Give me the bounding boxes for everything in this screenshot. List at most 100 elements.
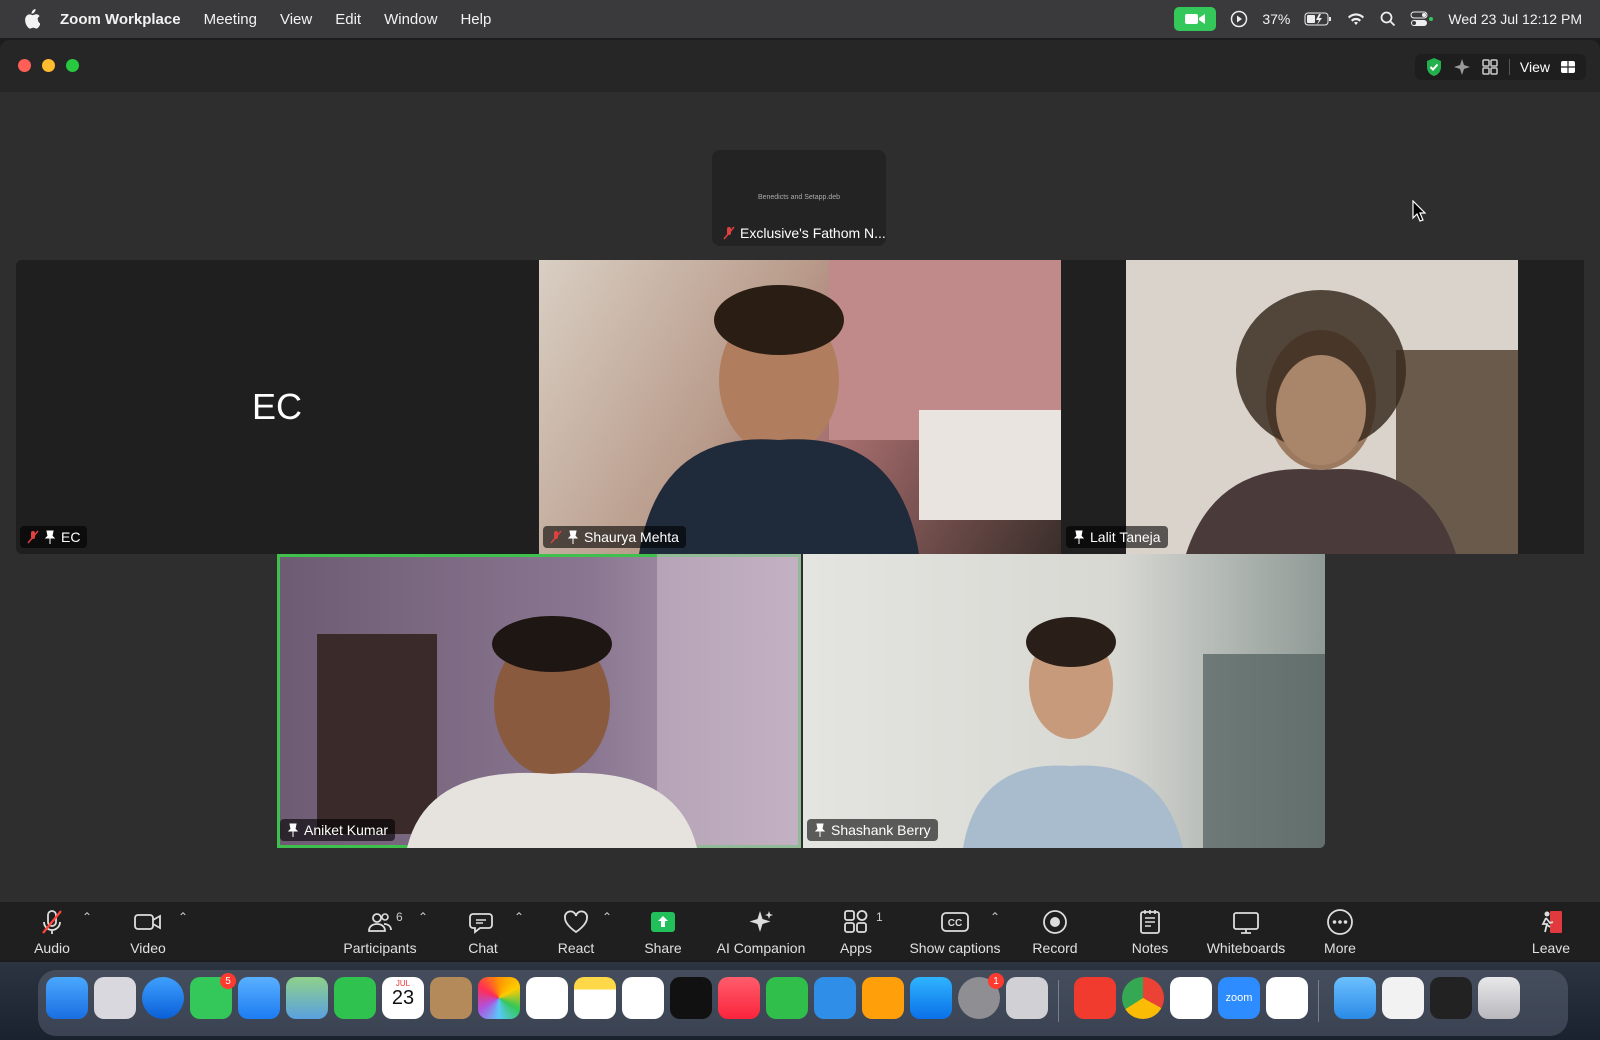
participant-tile-shashank-berry[interactable]: Shashank Berry	[803, 554, 1325, 848]
participant-name-tag: Shashank Berry	[807, 819, 938, 841]
menu-meeting[interactable]: Meeting	[204, 11, 257, 28]
maps-icon[interactable]	[286, 977, 328, 1019]
video-button[interactable]: Video	[128, 902, 168, 960]
participant-tile-lalit-taneja[interactable]: Lalit Taneja	[1062, 260, 1584, 554]
trash-icon[interactable]	[1478, 977, 1520, 1019]
whiteboards-button[interactable]: Whiteboards	[1206, 902, 1286, 960]
app-store-icon[interactable]	[910, 977, 952, 1019]
record-icon	[1043, 910, 1067, 934]
finder-icon[interactable]	[46, 977, 88, 1019]
window-titlebar: View	[0, 40, 1600, 93]
more-button[interactable]: More	[1320, 902, 1360, 960]
close-window-button[interactable]	[18, 59, 31, 72]
menubar-clock[interactable]: Wed 23 Jul 12:12 PM	[1448, 11, 1582, 27]
participants-icon	[368, 913, 392, 932]
participants-button[interactable]: Participants	[340, 902, 420, 960]
notes-app-icon[interactable]	[574, 977, 616, 1019]
apps-button[interactable]: Apps	[836, 902, 876, 960]
participant-tile-aniket-kumar[interactable]: Aniket Kumar	[277, 554, 801, 848]
apps-count: 1	[876, 910, 883, 924]
record-button[interactable]: Record	[1030, 902, 1080, 960]
audio-options-chevron-icon[interactable]: ⌃	[82, 910, 92, 924]
system-settings-icon[interactable]: 1	[958, 973, 1004, 1019]
menu-edit[interactable]: Edit	[335, 11, 361, 28]
audio-button[interactable]: Audio	[32, 902, 72, 960]
participant-tile-shaurya-mehta[interactable]: Shaurya Mehta	[539, 260, 1061, 554]
audio-label: Audio	[34, 940, 70, 956]
messages-icon[interactable]: 5	[190, 973, 236, 1019]
react-button[interactable]: React	[556, 902, 596, 960]
music-icon[interactable]	[718, 977, 760, 1019]
participant-tile-ec[interactable]: EC EC	[16, 260, 538, 554]
slack-icon[interactable]	[1266, 977, 1308, 1019]
keynote-icon[interactable]	[814, 977, 856, 1019]
chrome-icon[interactable]	[1122, 977, 1164, 1019]
spotlight-search-icon[interactable]	[1380, 11, 1396, 27]
thumbnail-content-text: Benedicts and Setapp.deb	[757, 194, 841, 201]
menu-help[interactable]: Help	[460, 11, 491, 28]
numbers-icon[interactable]	[766, 977, 808, 1019]
notes-button[interactable]: Notes	[1130, 902, 1170, 960]
app-menu-zoom-workplace[interactable]: Zoom Workplace	[60, 11, 181, 28]
zoom-camera-status-icon[interactable]	[1174, 7, 1217, 31]
ai-companion-button[interactable]: AI Companion	[716, 902, 806, 960]
more-options-icon	[1327, 909, 1353, 935]
launchpad-icon[interactable]	[94, 977, 136, 1019]
freeform-icon[interactable]	[622, 977, 664, 1019]
share-screen-icon	[651, 912, 675, 932]
chat-button[interactable]: Chat	[463, 902, 503, 960]
screen-record-icon[interactable]	[1230, 10, 1248, 28]
chatgpt-icon[interactable]	[1170, 977, 1212, 1019]
reminders-icon[interactable]	[526, 977, 568, 1019]
safari-icon[interactable]	[142, 977, 184, 1019]
participant-name-tag: Lalit Taneja	[1066, 526, 1168, 548]
shared-thumbnail-tile[interactable]: Benedicts and Setapp.deb Exclusive's Fat…	[712, 150, 886, 246]
recent-document-icon[interactable]	[1382, 977, 1424, 1019]
wifi-icon[interactable]	[1346, 11, 1366, 27]
menu-view[interactable]: View	[280, 11, 312, 28]
ai-sparkle-icon[interactable]	[1453, 58, 1471, 76]
muted-mic-icon	[550, 530, 562, 544]
leave-label: Leave	[1531, 940, 1571, 956]
meeting-toolbar: Audio ⌃ Video ⌃ Participants 6 ⌃ Chat ⌃ …	[0, 902, 1600, 960]
captions-options-chevron-icon[interactable]: ⌃	[990, 910, 1000, 924]
facetime-icon[interactable]	[334, 977, 376, 1019]
react-options-chevron-icon[interactable]: ⌃	[602, 910, 612, 924]
security-shield-icon[interactable]	[1425, 57, 1443, 77]
applications-folder-icon[interactable]	[1334, 977, 1376, 1019]
titlebar-controls: View	[1414, 54, 1586, 80]
leave-meeting-button[interactable]: Leave	[1531, 902, 1571, 960]
view-layout-icon[interactable]	[1560, 60, 1576, 74]
participant-name-tag: Shaurya Mehta	[543, 526, 686, 548]
calendar-icon[interactable]: JUL 23	[382, 977, 424, 1019]
minimize-window-button[interactable]	[42, 59, 55, 72]
apple-tv-icon[interactable]	[670, 977, 712, 1019]
apple-icon[interactable]	[22, 9, 40, 29]
zoom-window-button[interactable]	[66, 59, 79, 72]
contacts-icon[interactable]	[430, 977, 472, 1019]
record-label: Record	[1032, 940, 1078, 956]
pin-icon	[287, 823, 299, 837]
video-options-chevron-icon[interactable]: ⌃	[178, 910, 188, 924]
settings-badge: 1	[988, 973, 1004, 989]
recent-window-icon[interactable]	[1430, 977, 1472, 1019]
view-button[interactable]: View	[1520, 59, 1550, 75]
menu-window[interactable]: Window	[384, 11, 437, 28]
participants-options-chevron-icon[interactable]: ⌃	[418, 910, 428, 924]
gallery-grid-icon[interactable]	[1481, 58, 1499, 76]
mouse-cursor-icon	[1412, 200, 1426, 222]
show-captions-button[interactable]: CC Show captions	[909, 902, 1001, 960]
participant-name: Lalit Taneja	[1090, 529, 1161, 545]
anydesk-icon[interactable]	[1074, 977, 1116, 1019]
photos-icon[interactable]	[478, 977, 520, 1019]
mail-icon[interactable]	[238, 977, 280, 1019]
zoom-icon[interactable]: zoom	[1218, 977, 1260, 1019]
participant-name: Shashank Berry	[831, 822, 931, 838]
pages-icon[interactable]	[862, 977, 904, 1019]
battery-icon[interactable]	[1304, 12, 1332, 26]
chat-options-chevron-icon[interactable]: ⌃	[514, 910, 524, 924]
share-screen-button[interactable]: Share	[643, 902, 683, 960]
iphone-mirroring-icon[interactable]	[1006, 977, 1048, 1019]
muted-mic-icon	[723, 226, 735, 240]
control-center-icon[interactable]	[1410, 11, 1434, 27]
